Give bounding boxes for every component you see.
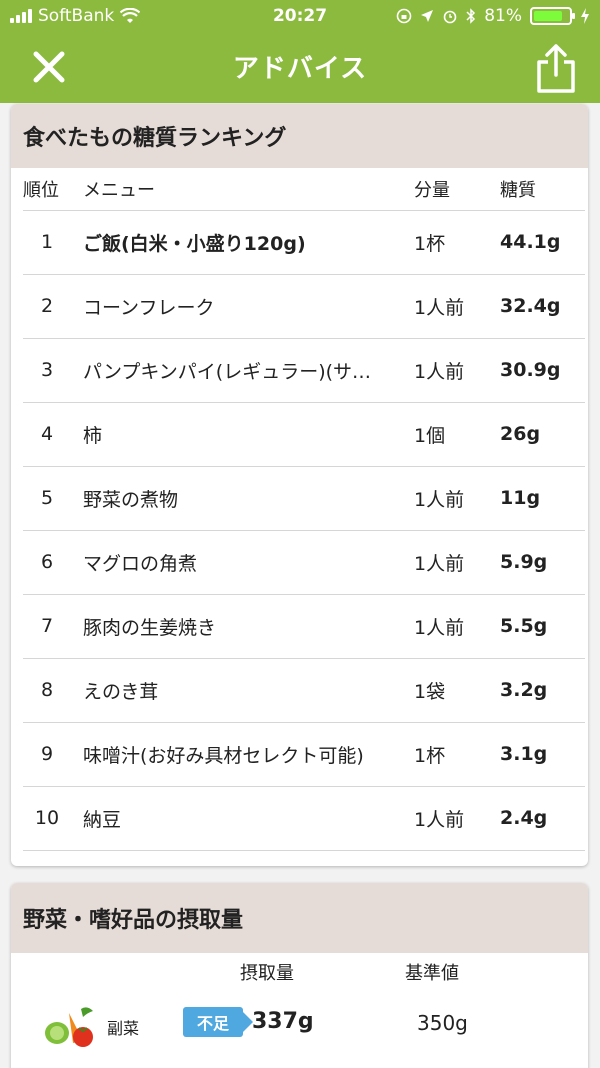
menu-text: 柿: [83, 424, 103, 447]
rank-cell: 3: [40, 359, 54, 381]
menu-cell: えのき茸: [71, 658, 414, 722]
carb-cell: 26g: [500, 423, 541, 445]
menu-text: 味噌汁(お好み具材セレクト可能): [83, 744, 364, 767]
table-row[interactable]: 10 納豆 1人前 2.4g: [23, 786, 585, 850]
menu-cell: 豚肉の生姜焼き: [71, 594, 414, 658]
intake-title: 野菜・嗜好品の摂取量: [11, 883, 588, 953]
alarm-icon: [443, 10, 457, 24]
intake-header-row: 摂取量 基準値: [11, 953, 588, 993]
carb-cell: 32.4g: [500, 295, 561, 317]
status-bar: SoftBank 20:27 81%: [0, 0, 600, 34]
menu-text: 豚肉の生姜焼き: [83, 616, 217, 639]
menu-text: えのき茸: [83, 680, 159, 703]
intake-label: 副菜: [107, 1019, 140, 1038]
qty-cell: 1袋: [414, 680, 446, 703]
carb-cell: 11g: [500, 487, 541, 509]
table-row[interactable]: 1 ご飯(白米・小盛り120g) 1杯 44.1g: [23, 210, 585, 274]
table-row[interactable]: 8 えのき茸 1袋 3.2g: [23, 658, 585, 722]
carb-ranking-table: 順位 メニュー 分量 糖質 1 ご飯(白米・小盛り120g) 1杯 44.1g …: [23, 168, 585, 851]
rank-cell: 9: [40, 743, 54, 765]
carb-cell: 2.4g: [500, 807, 548, 829]
menu-cell: 納豆: [71, 786, 414, 850]
intake-card: 野菜・嗜好品の摂取量 摂取量 基準値 副菜 不足 337g 350g: [11, 883, 588, 1068]
menu-cell: 野菜の煮物: [71, 466, 414, 530]
charging-icon: [581, 8, 589, 24]
carb-cell: 5.9g: [500, 551, 548, 573]
rank-cell: 8: [40, 679, 54, 701]
menu-cell: ご飯(白米・小盛り120g): [71, 210, 414, 274]
carb-cell: 30.9g: [500, 359, 561, 381]
qty-cell: 1人前: [414, 360, 465, 383]
carb-cell: 5.5g: [500, 615, 548, 637]
intake-standard: 350g: [417, 1011, 468, 1035]
carb-ranking-title: 食べたもの糖質ランキング: [11, 104, 588, 168]
menu-cell: 味噌汁(お好み具材セレクト可能): [71, 722, 414, 786]
col-header-menu: メニュー: [71, 168, 414, 211]
battery-icon: [530, 7, 575, 25]
col-header-amount: 摂取量: [240, 963, 294, 984]
rank-cell: 5: [40, 487, 54, 509]
col-header-rank: 順位: [23, 168, 71, 211]
table-row[interactable]: 6 マグロの角煮 1人前 5.9g: [23, 530, 585, 594]
share-icon: [537, 44, 575, 93]
battery-level: [534, 11, 562, 21]
carb-cell: 44.1g: [500, 231, 561, 253]
qty-cell: 1人前: [414, 552, 465, 575]
share-button[interactable]: [534, 42, 578, 94]
table-row[interactable]: 2 コーンフレーク 1人前 32.4g: [23, 274, 585, 338]
menu-text: マグロの角煮: [83, 552, 198, 575]
col-header-carb: 糖質: [500, 168, 585, 211]
carb-ranking-card: 食べたもの糖質ランキング 順位 メニュー 分量 糖質 1 ご飯(白米・小盛り12…: [11, 104, 588, 866]
table-header-row: 順位 メニュー 分量 糖質: [23, 168, 585, 211]
qty-cell: 1個: [414, 424, 446, 447]
rank-cell: 7: [40, 615, 54, 637]
qty-cell: 1杯: [414, 232, 446, 255]
qty-cell: 1杯: [414, 744, 446, 767]
rank-cell: 10: [34, 807, 60, 829]
carb-cell: 3.1g: [500, 743, 548, 765]
app-header: SoftBank 20:27 81% アドバイス: [0, 0, 600, 103]
rotation-lock-icon: [396, 8, 412, 24]
menu-text: 納豆: [83, 808, 122, 831]
menu-text: ご飯(白米・小盛り120g): [83, 232, 306, 255]
intake-row-side-dish[interactable]: 副菜 不足 337g 350g: [23, 993, 576, 1068]
table-row[interactable]: 4 柿 1個 26g: [23, 402, 585, 466]
page-title: アドバイス: [232, 54, 368, 84]
qty-cell: 1人前: [414, 488, 465, 511]
menu-cell: マグロの角煮: [71, 530, 414, 594]
status-badge: 不足: [183, 1007, 253, 1037]
vegetable-icon: [45, 1007, 93, 1047]
col-header-standard: 基準値: [405, 963, 459, 984]
bluetooth-icon: [466, 8, 476, 24]
menu-text: パンプキンパイ(レギュラー)(サ…: [83, 360, 372, 383]
qty-cell: 1人前: [414, 808, 465, 831]
rank-cell: 4: [40, 423, 54, 445]
col-header-qty: 分量: [414, 168, 500, 211]
carb-cell: 3.2g: [500, 679, 548, 701]
menu-cell: 柿: [71, 402, 414, 466]
rank-cell: 2: [40, 295, 54, 317]
table-row[interactable]: 9 味噌汁(お好み具材セレクト可能) 1杯 3.1g: [23, 722, 585, 786]
rank-cell: 1: [40, 231, 54, 253]
qty-cell: 1人前: [414, 296, 465, 319]
location-icon: [421, 10, 434, 22]
table-row[interactable]: 5 野菜の煮物 1人前 11g: [23, 466, 585, 530]
menu-cell: コーンフレーク: [71, 274, 414, 338]
menu-text: 野菜の煮物: [83, 488, 179, 511]
table-row[interactable]: 7 豚肉の生姜焼き 1人前 5.5g: [23, 594, 585, 658]
battery-percent: 81%: [484, 6, 522, 26]
qty-cell: 1人前: [414, 616, 465, 639]
intake-amount: 337g: [252, 1009, 314, 1034]
status-right: 81%: [396, 6, 590, 26]
menu-text: コーンフレーク: [83, 296, 215, 319]
table-row[interactable]: 3 パンプキンパイ(レギュラー)(サ… 1人前 30.9g: [23, 338, 585, 402]
menu-cell: パンプキンパイ(レギュラー)(サ…: [71, 338, 414, 402]
rank-cell: 6: [40, 551, 54, 573]
